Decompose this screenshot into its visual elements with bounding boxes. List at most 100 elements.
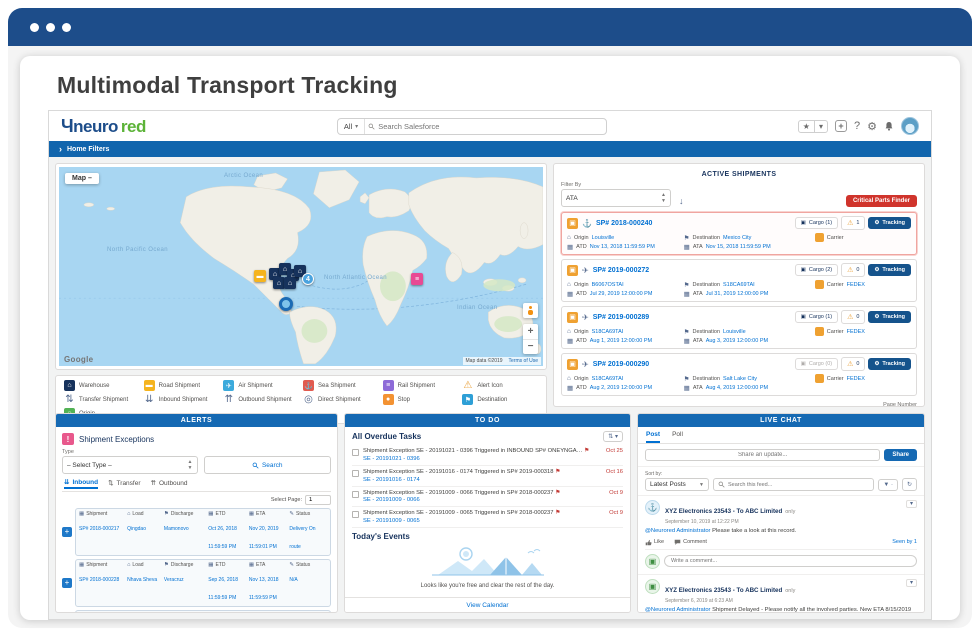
tracking-button[interactable]: ⚙ Tracking bbox=[868, 217, 911, 229]
origin-value[interactable]: Louisville bbox=[592, 235, 615, 241]
mention-link[interactable]: @Neurored Administrator bbox=[645, 607, 711, 612]
task-item[interactable]: Shipment Exception SE - 20191009 - 0066 … bbox=[352, 487, 623, 508]
type-select[interactable]: – Select Type – ▲ ▼ bbox=[62, 456, 198, 474]
share-button[interactable]: Share bbox=[884, 449, 917, 461]
feed-search-input[interactable] bbox=[728, 481, 870, 488]
shipment-card[interactable]: ▣ ✈ SP# 2019-000272 ▣ Cargo (2) ⚠ 0 ⚙ Track… bbox=[561, 259, 917, 302]
help-icon[interactable]: ? bbox=[854, 120, 860, 132]
carrier-value[interactable]: FEDEX bbox=[847, 329, 865, 335]
map-zoom-control[interactable]: + − bbox=[523, 324, 538, 354]
alerts-count-button[interactable]: ⚠ 0 bbox=[841, 310, 866, 324]
share-update-input[interactable] bbox=[645, 449, 881, 461]
load-value[interactable]: Qingdao bbox=[127, 526, 146, 532]
task-checkbox[interactable] bbox=[352, 449, 359, 456]
rail-shipment-marker[interactable]: ≡ bbox=[411, 273, 423, 285]
task-link[interactable]: SE - 20191009 - 0065 bbox=[363, 518, 601, 524]
shipment-card[interactable]: ▣ ✈ SP# 2019-000290 ▣ Cargo (0) ⚠ 0 ⚙ Track… bbox=[561, 353, 917, 396]
alerts-count-button[interactable]: ⚠ 0 bbox=[841, 357, 866, 371]
window-controls[interactable] bbox=[30, 23, 71, 32]
like-button[interactable]: Like bbox=[645, 539, 664, 546]
expand-row-button[interactable]: + bbox=[62, 527, 72, 537]
alerts-count-button[interactable]: ⚠ 1 bbox=[841, 216, 866, 230]
carrier-value[interactable]: FEDEX bbox=[847, 282, 865, 288]
road-shipment-marker[interactable]: ▬ bbox=[254, 270, 266, 282]
zoom-out-button[interactable]: − bbox=[523, 340, 538, 355]
sort-select[interactable]: Latest Posts ▼ bbox=[645, 478, 709, 491]
critical-parts-finder-button[interactable]: Critical Parts Finder bbox=[845, 195, 917, 207]
task-item[interactable]: Shipment Exception SE - 20191016 - 0174 … bbox=[352, 466, 623, 487]
zoom-in-button[interactable]: + bbox=[523, 324, 538, 340]
task-item[interactable]: Shipment Exception SE - 20191021 - 0396 … bbox=[352, 445, 623, 466]
tracking-button[interactable]: ⚙ Tracking bbox=[868, 358, 911, 370]
task-checkbox[interactable] bbox=[352, 511, 359, 519]
tab-outbound[interactable]: ⇈ Outbound bbox=[151, 478, 188, 489]
home-filters-bar[interactable]: › Home Filters bbox=[49, 141, 931, 157]
gear-icon[interactable]: ⚙ bbox=[867, 120, 877, 133]
shipment-link[interactable]: SP# 2018-000217 bbox=[79, 526, 119, 532]
shipment-link[interactable]: SP# 2018-000228 bbox=[79, 577, 119, 583]
task-item[interactable]: Shipment Exception SE - 20191009 - 0065 … bbox=[352, 507, 623, 529]
destination-value[interactable]: Salt Lake City bbox=[723, 376, 757, 382]
task-link[interactable]: SE - 20191021 - 0396 bbox=[363, 456, 598, 462]
tab-post[interactable]: Post bbox=[646, 431, 661, 443]
shipment-link[interactable]: SP# 2019-000290 bbox=[593, 361, 649, 368]
expand-row-button[interactable]: + bbox=[62, 578, 72, 588]
task-checkbox[interactable] bbox=[352, 490, 359, 498]
write-comment-input[interactable] bbox=[664, 555, 917, 568]
window-dot-icon[interactable] bbox=[30, 23, 39, 32]
task-sort-button[interactable]: ⇅ ▾ bbox=[603, 431, 623, 442]
seen-by-link[interactable]: Seen by 1 bbox=[892, 539, 917, 545]
discharge-value[interactable]: Mamonovo bbox=[164, 526, 189, 532]
feed-search[interactable] bbox=[713, 478, 875, 491]
view-calendar-link[interactable]: View Calendar bbox=[345, 597, 630, 612]
search-scope-dropdown[interactable]: All ▾ bbox=[338, 118, 366, 134]
task-link[interactable]: SE - 20191009 - 0066 bbox=[363, 497, 601, 503]
shipment-link[interactable]: SP# 2019-000272 bbox=[593, 267, 649, 274]
origin-value[interactable]: S18CA69TAI bbox=[592, 376, 624, 382]
task-checkbox[interactable] bbox=[352, 469, 359, 477]
select-page-input[interactable] bbox=[305, 495, 331, 505]
global-search[interactable]: All ▾ bbox=[336, 117, 607, 135]
user-avatar[interactable] bbox=[900, 117, 919, 135]
discharge-value[interactable]: Veracruz bbox=[164, 577, 184, 583]
search-input[interactable] bbox=[378, 121, 606, 131]
post-author-link[interactable]: XYZ Electronics 23543 - To ABC Limited bbox=[665, 508, 782, 515]
alerts-count-button[interactable]: ⚠ 0 bbox=[841, 263, 866, 277]
shipment-card[interactable]: ▣ ✈ SP# 2019-000289 ▣ Cargo (1) ⚠ 0 ⚙ Track… bbox=[561, 306, 917, 349]
post-author-link[interactable]: XYZ Electronics 23543 - To ABC Limited bbox=[665, 587, 782, 594]
terms-of-use-link[interactable]: Terms of Use bbox=[509, 358, 538, 364]
download-icon[interactable]: ↓ bbox=[679, 196, 684, 207]
shipment-link[interactable]: SP# 2018-000240 bbox=[596, 220, 652, 227]
star-icon[interactable]: ★ bbox=[799, 120, 815, 132]
tracking-button[interactable]: ⚙ Tracking bbox=[868, 311, 911, 323]
post-menu-button[interactable]: ▾ bbox=[905, 500, 917, 508]
chevron-down-icon[interactable]: ▾ bbox=[815, 121, 827, 132]
window-dot-icon[interactable] bbox=[62, 23, 71, 32]
post-menu-button[interactable]: ▾ bbox=[905, 578, 917, 587]
filter-by-select[interactable]: ATA ▲ ▼ bbox=[561, 189, 671, 207]
cluster-ring-marker[interactable] bbox=[279, 297, 293, 311]
tracking-button[interactable]: ⚙ Tracking bbox=[868, 264, 911, 276]
origin-value[interactable]: B6067OSTAI bbox=[592, 282, 624, 288]
tab-inbound[interactable]: ⇊ Inbound bbox=[64, 478, 99, 489]
feed-filter-button[interactable]: ▼ · bbox=[878, 479, 898, 491]
cargo-button[interactable]: ▣ Cargo (2) bbox=[794, 264, 839, 276]
shipment-link[interactable]: SP# 2019-000289 bbox=[593, 314, 649, 321]
refresh-icon[interactable]: ↻ bbox=[901, 478, 917, 491]
pegman-button[interactable] bbox=[523, 303, 538, 318]
destination-value[interactable]: Louisville bbox=[723, 329, 746, 335]
alerts-search-button[interactable]: Search bbox=[203, 456, 331, 474]
comment-button[interactable]: Comment bbox=[674, 539, 707, 546]
favorites-button[interactable]: ★ ▾ bbox=[797, 119, 828, 133]
destination-value[interactable]: S18CA69TAI bbox=[723, 282, 755, 288]
tab-transfer[interactable]: ⇅ Transfer bbox=[108, 478, 140, 489]
window-dot-icon[interactable] bbox=[46, 23, 55, 32]
carrier-value[interactable]: FEDEX bbox=[847, 376, 865, 382]
cargo-button[interactable]: ▣ Cargo (1) bbox=[794, 217, 839, 229]
origin-value[interactable]: S18CA69TAI bbox=[592, 329, 624, 335]
warehouse-marker[interactable]: ⌂ bbox=[284, 277, 296, 289]
mention-link[interactable]: @Neurored Administrator bbox=[645, 528, 711, 534]
task-link[interactable]: SE - 20191016 - 0174 bbox=[363, 477, 598, 483]
shipment-card[interactable]: ▣ ⚓ SP# 2018-000240 ▣ Cargo (1) ⚠ 1 ⚙ Track… bbox=[561, 212, 917, 255]
destination-value[interactable]: Mexico City bbox=[723, 235, 751, 241]
